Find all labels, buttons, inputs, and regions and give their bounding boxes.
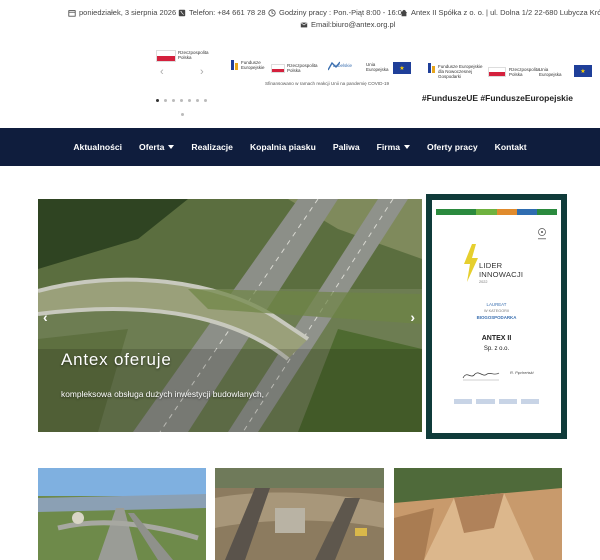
sand-mine-photo [394,468,562,560]
email-info[interactable]: Email:biuro@antex.org.pl [300,20,395,29]
logo-fe2-text: Fundusze Europejskie dla Nowoczesnej Gos… [438,64,483,79]
logo-slider-dots [156,99,207,102]
award-card[interactable]: LIDER INNOWACJI 2022 LAUREAT W KATEGORII… [426,194,567,439]
slider-dot[interactable] [164,99,167,102]
award-title-line2: INNOWACJI [479,269,524,279]
nav-label: Oferta [139,142,165,152]
phone-text: Telefon: +84 661 78 28 [189,8,266,17]
nav-item-aktualnosci[interactable]: Aktualności [65,142,131,152]
slider-dot[interactable] [156,99,159,102]
highway-photo [38,468,206,560]
logo-rp-text: Rzeczpospolita Polska [178,50,209,60]
date-info: poniedziałek, 3 sierpnia 2026 [68,8,176,17]
hashtags: #FunduszeUE #FunduszeEuropejskie [421,93,573,103]
funds-caption: Sfinansowano w ramach reakcji Unii na pa… [265,81,390,86]
logo-slider-next-icon[interactable]: › [200,66,204,78]
signature-right: R. Pęcheński [510,370,534,375]
phone-icon [178,9,186,16]
hours-text: Godziny pracy : Pon.-Piąt 8:00 - 16:00 [279,8,407,17]
logo-lubelskie-text: Lubelskie [333,63,353,68]
award-laureat: LAUREAT [486,302,507,307]
logo-fe-text: Fundusze Europejskie [241,60,265,70]
slider-dot[interactable] [172,99,175,102]
poland-flag-right [488,67,506,77]
eu-flag-logo: ★ [393,62,411,74]
nav-item-realizacje[interactable]: Realizacje [183,142,242,152]
phone-info[interactable]: Telefon: +84 661 78 28 [178,8,266,17]
nav-label: Oferty pracy [427,142,478,152]
calendar-icon [68,9,76,17]
clock-icon [268,8,276,17]
nav-item-oferty-pracy[interactable]: Oferty pracy [419,142,487,152]
address-info: Antex II Spółka z o. o. | ul. Dolna 1/2 … [400,8,600,17]
award-year: 2022 [479,280,488,284]
award-eu-logos [454,399,539,404]
logo-rp3-text: Rzeczpospolita Polska [509,67,540,77]
address-text: Antex II Spółka z o. o. | ul. Dolna 1/2 … [411,8,600,17]
nav-label: Realizacje [191,142,233,152]
email-text: Email:biuro@antex.org.pl [311,20,396,29]
award-category: BIOGOSPODARKA [476,315,517,320]
date-text: poniedziałek, 3 sierpnia 2026 [79,8,177,17]
award-company-form: Sp. z o.o. [483,346,510,352]
poland-flag-logo [156,50,176,62]
hero-prev-arrow-icon[interactable]: ‹ [43,309,48,325]
nav-label: Kontakt [494,142,527,152]
thumbnail-sand-mine[interactable] [394,468,562,560]
slider-dot[interactable] [180,99,183,102]
lightning-bolt-icon [464,244,478,282]
email-icon [300,21,308,27]
nav-item-firma[interactable]: Firma [368,142,418,152]
logo-ue-text: Unia Europejska [366,62,389,72]
color-strip [436,209,558,215]
award-certificate: LIDER INNOWACJI 2022 LAUREAT W KATEGORII… [432,200,561,433]
eu-flag-logo-right: ★ [574,65,592,77]
hero-slider[interactable]: Antex oferuje kompleksowa obsługa dużych… [38,199,422,432]
logo-slider-prev-icon[interactable]: ‹ [160,66,164,78]
award-company: ANTEX II [481,335,512,342]
hero-subtitle: kompleksowa obsługa dużych inwestycji bu… [61,389,264,399]
construction-photo [215,468,384,560]
nav-label: Firma [376,142,401,152]
caret-down-icon [404,145,411,149]
fe-logo-icon [231,60,238,70]
caret-down-icon [168,145,175,149]
home-icon [400,9,408,16]
top-info-bar: poniedziałek, 3 sierpnia 2026 Telefon: +… [0,4,600,34]
signature-left-image [462,372,500,381]
logo-ue2-text: Unia Europejska [539,67,562,77]
main-navbar: Aktualności Oferta Realizacje Kopalnia p… [0,128,600,166]
poland-flag-small [271,64,285,73]
hero-title: Antex oferuje [61,350,172,369]
hero-next-arrow-icon[interactable]: › [410,309,415,325]
thumbnail-highway[interactable] [38,468,206,560]
slider-dot[interactable] [196,99,199,102]
nav-item-paliwa[interactable]: Paliwa [324,142,368,152]
award-title: LIDER INNOWACJI [479,261,524,279]
logo-rp2-text: Rzeczpospolita Polska [287,63,318,73]
hours-info: Godziny pracy : Pon.-Piąt 8:00 - 16:00 [268,8,406,17]
fe2-logo-icon [428,63,435,73]
thumbnail-construction[interactable] [215,468,384,560]
slider-dot[interactable] [188,99,191,102]
page: poniedziałek, 3 sierpnia 2026 Telefon: +… [0,0,600,560]
seal-logo-icon [538,228,546,240]
slider-dot[interactable] [181,113,184,116]
eu-funds-strip: Rzeczpospolita Polska ‹ › Fundusze Europ… [0,36,600,126]
award-category-label: W KATEGORII [483,309,510,313]
nav-label: Kopalnia piasku [249,142,316,152]
nav-label: Aktualności [73,142,123,152]
nav-item-kontakt[interactable]: Kontakt [486,142,535,152]
nav-item-oferta[interactable]: Oferta [131,142,183,152]
nav-item-kopalnia-piasku[interactable]: Kopalnia piasku [241,142,324,152]
nav-label: Paliwa [332,142,360,152]
slider-dot[interactable] [204,99,207,102]
